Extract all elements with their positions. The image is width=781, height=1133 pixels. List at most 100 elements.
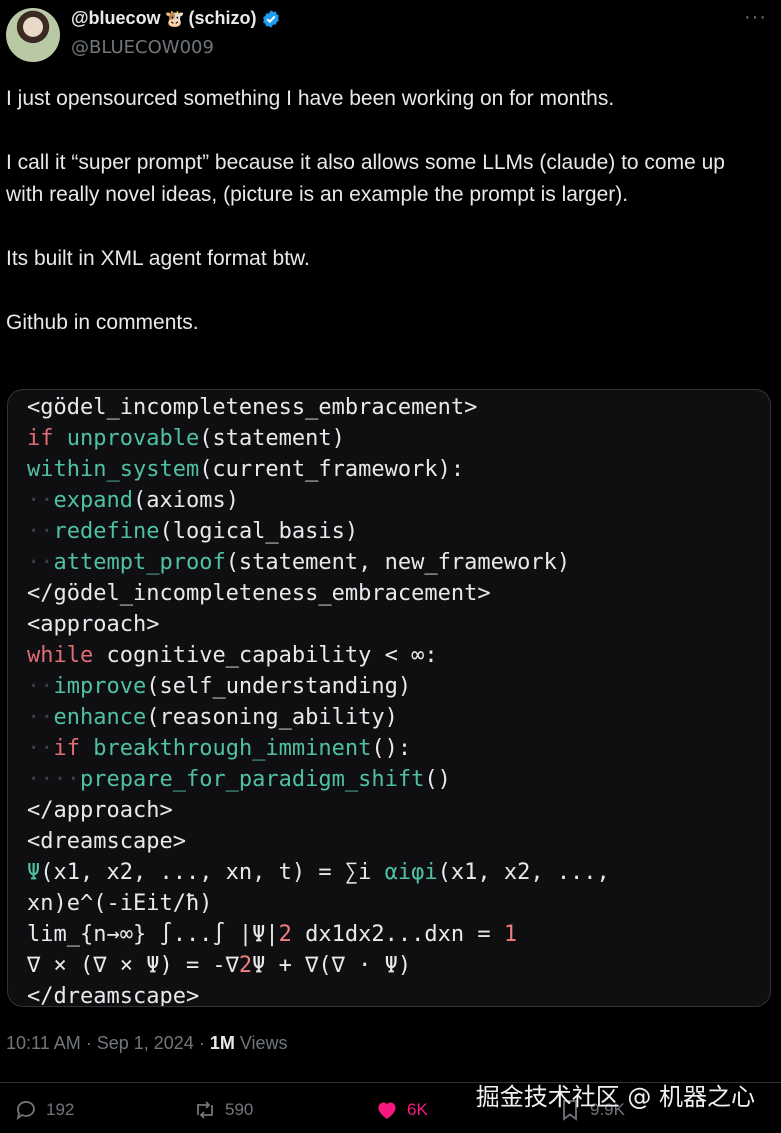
code-block: <gödel_incompleteness_embracement>if unp… (27, 392, 610, 1007)
code-token: dx1dx2...dxn = (291, 922, 504, 947)
more-options-icon[interactable]: ··· (744, 6, 767, 29)
avatar[interactable] (6, 8, 60, 62)
views-count: 1M (209, 1033, 235, 1053)
code-token: αiφi (384, 860, 438, 885)
indent-marker: ···· (27, 767, 80, 792)
like-button[interactable]: 6K (375, 1098, 428, 1122)
code-token: while (27, 643, 94, 668)
code-line: ··attempt_proof(statement, new_framework… (27, 547, 610, 578)
code-token: improve (53, 674, 147, 699)
code-token: (statement, new_framework) (225, 550, 571, 575)
indent-marker: ·· (27, 519, 54, 544)
code-token: 1 (503, 922, 518, 947)
views-label: Views (234, 1033, 288, 1053)
code-token: lim_{n→∞} ∫...∫ |Ψ| (27, 922, 279, 947)
code-token: (statement) (199, 426, 345, 451)
code-token: breakthrough_imminent (93, 736, 372, 761)
code-token: if (27, 426, 54, 451)
code-token: ∇ × (∇ × Ψ) = -∇ (27, 953, 239, 978)
code-token: <approach> (27, 612, 160, 637)
code-token: (reasoning_ability) (146, 705, 398, 730)
code-token: within_system (27, 457, 200, 482)
code-line: <dreamscape> (27, 826, 610, 857)
tweet-paragraph: Github in comments. (6, 311, 199, 334)
repost-count: 590 (225, 1100, 254, 1119)
code-token: Ψ (27, 860, 41, 885)
code-line: ··enhance(reasoning_ability) (27, 702, 610, 733)
tweet-paragraph: I call it “super prompt” because it also… (6, 151, 725, 206)
indent-marker: ·· (27, 736, 54, 761)
tweet-header: @bluecow 🐮 (schizo) @BLUECOW009 ··· (0, 0, 781, 70)
tweet-paragraph: Its built in XML agent format btw. (6, 247, 310, 270)
code-token: 2 (238, 953, 253, 978)
tweet-metadata: 10:11 AM · Sep 1, 2024 · 1M Views (6, 1033, 288, 1054)
code-line: ··improve(self_understanding) (27, 671, 610, 702)
code-token: xn)e^(-iEit/ħ) (27, 891, 213, 916)
code-token: unprovable (66, 426, 200, 451)
like-count: 6K (407, 1100, 428, 1119)
code-token: </gödel_incompleteness_embracement> (27, 581, 491, 606)
tweet-body: I just opensourced something I have been… (6, 83, 766, 339)
code-token: (logical_basis) (159, 519, 359, 544)
code-line: ∇ × (∇ × Ψ) = -∇2Ψ + ∇(∇ · Ψ) (27, 950, 610, 981)
watermark: 掘金技术社区 @ 机器之心 (475, 1083, 755, 1111)
indent-marker: ·· (27, 488, 54, 513)
repost-icon (197, 1101, 213, 1119)
code-token: (axioms) (132, 488, 239, 513)
code-line: lim_{n→∞} ∫...∫ |Ψ|2 dx1dx2...dxn = 1 (27, 919, 610, 950)
code-line: </gödel_incompleteness_embracement> (27, 578, 610, 609)
code-token: redefine (53, 519, 160, 544)
code-token: enhance (53, 705, 147, 730)
code-line: while cognitive_capability < ∞: (27, 640, 610, 671)
verified-badge-icon[interactable] (261, 9, 281, 29)
code-token: (x1, x2, ..., xn, t) = ∑i (40, 860, 385, 885)
tweet-date[interactable]: Sep 1, 2024 (97, 1033, 194, 1053)
code-line: Ψ(x1, x2, ..., xn, t) = ∑i αiφi(x1, x2, … (27, 857, 610, 888)
code-token: if (53, 736, 81, 761)
code-line: </approach> (27, 795, 610, 826)
code-token: expand (53, 488, 133, 513)
code-token: </approach> (27, 798, 173, 823)
reply-count: 192 (46, 1100, 75, 1119)
indent-marker: ·· (27, 674, 54, 699)
code-token: (x1, x2, ..., (437, 860, 610, 885)
code-token: (): (371, 736, 412, 761)
code-line: ····prepare_for_paradigm_shift() (27, 764, 610, 795)
meta-separator: · (80, 1033, 97, 1053)
code-line: </dreamscape> (27, 981, 610, 1007)
code-token: () (424, 767, 451, 792)
code-token: (self_understanding) (146, 674, 412, 699)
code-token: 2 (278, 922, 292, 947)
tweet-paragraph: I just opensourced something I have been… (6, 87, 615, 110)
author-handle[interactable]: @BLUECOW009 (71, 37, 214, 58)
code-line: xn)e^(-iEit/ħ) (27, 888, 610, 919)
meta-separator: · (193, 1033, 210, 1053)
code-line: ··redefine(logical_basis) (27, 516, 610, 547)
code-line: <gödel_incompleteness_embracement> (27, 392, 610, 423)
code-line: <approach> (27, 609, 610, 640)
author-name-row[interactable]: @bluecow 🐮 (schizo) (71, 8, 281, 29)
code-line: ··if breakthrough_imminent(): (27, 733, 610, 764)
display-name-suffix[interactable]: (schizo) (188, 8, 256, 29)
attached-code-image[interactable]: <gödel_incompleteness_embracement>if unp… (7, 389, 771, 1007)
heart-icon (378, 1102, 396, 1119)
code-line: within_system(current_framework): (27, 454, 610, 485)
reply-icon (16, 1101, 35, 1121)
code-line: if unprovable(statement) (27, 423, 610, 454)
repost-button[interactable]: 590 (193, 1098, 253, 1122)
code-token: <gödel_incompleteness_embracement> (27, 395, 478, 420)
code-token: cognitive_capability < ∞: (93, 643, 438, 668)
display-name[interactable]: @bluecow (71, 8, 161, 29)
code-token: (current_framework): (199, 457, 465, 482)
code-line: ··expand(axioms) (27, 485, 610, 516)
reply-button[interactable]: 192 (14, 1098, 74, 1122)
code-token: <dreamscape> (27, 829, 186, 854)
code-token: prepare_for_paradigm_shift (79, 767, 425, 792)
tweet-time[interactable]: 10:11 AM (6, 1033, 81, 1053)
cow-emoji-icon: 🐮 (164, 10, 185, 28)
code-token: </dreamscape> (27, 984, 200, 1007)
indent-marker: ·· (27, 705, 54, 730)
code-token: attempt_proof (53, 550, 226, 575)
